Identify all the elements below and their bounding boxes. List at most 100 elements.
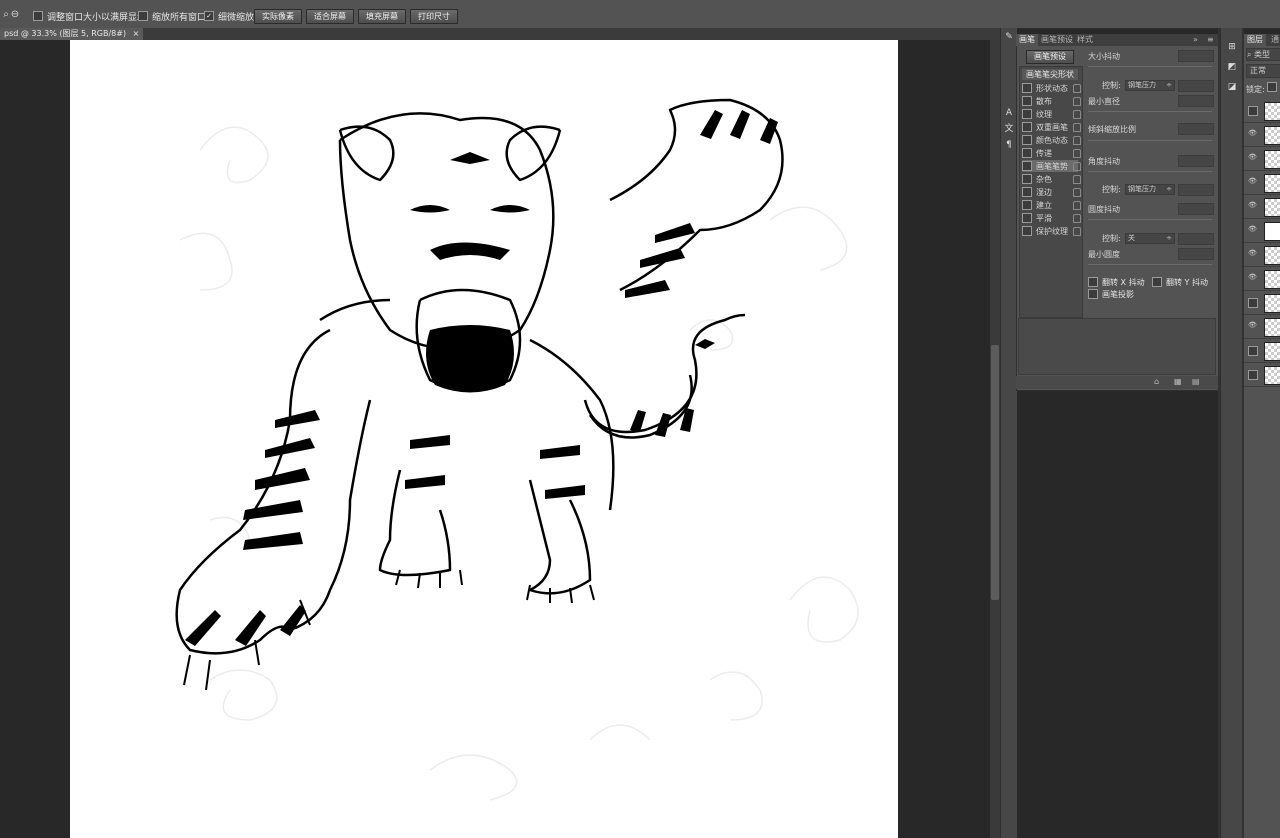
- slider-track[interactable]: [1088, 219, 1212, 220]
- brush-projection-checkbox[interactable]: 画笔投影: [1088, 287, 1134, 301]
- visibility-eye-icon[interactable]: 👁: [1248, 226, 1257, 233]
- checkbox-box[interactable]: [1022, 200, 1032, 210]
- flip-y-checkbox[interactable]: 翻转 Y 抖动: [1152, 275, 1208, 289]
- tab-brush-presets[interactable]: 画笔预设: [1038, 34, 1076, 46]
- layer-row[interactable]: [1244, 99, 1280, 123]
- visibility-eye-icon[interactable]: 👁: [1248, 322, 1257, 329]
- scrubby-zoom-checkbox[interactable]: ✓ 细微缩放: [204, 9, 254, 23]
- slider-track[interactable]: [1088, 140, 1212, 141]
- layer-row[interactable]: 👁: [1244, 267, 1280, 291]
- slider-track[interactable]: [1088, 66, 1212, 67]
- blend-mode-select[interactable]: 正常: [1246, 64, 1280, 78]
- checkbox-box[interactable]: [1022, 83, 1032, 93]
- option-transfer[interactable]: 传递: [1022, 147, 1081, 159]
- lock-icon[interactable]: [1073, 149, 1081, 158]
- layer-row[interactable]: [1244, 363, 1280, 387]
- lock-icon[interactable]: [1073, 214, 1081, 223]
- layer-row[interactable]: [1244, 291, 1280, 315]
- checkbox-box[interactable]: [1022, 213, 1032, 223]
- zoom-all-windows-checkbox[interactable]: 缩放所有窗口: [138, 9, 206, 23]
- fill-screen-button[interactable]: 填充屏幕: [358, 9, 406, 24]
- checkbox-box[interactable]: [33, 11, 43, 21]
- slider-track[interactable]: [1088, 171, 1212, 172]
- visibility-eye-icon[interactable]: 👁: [1248, 178, 1257, 185]
- size-control-select[interactable]: 钢笔压力: [1125, 80, 1175, 91]
- tab-channels[interactable]: 通: [1268, 34, 1280, 46]
- angle-control-field[interactable]: [1178, 184, 1214, 196]
- checkbox-box[interactable]: [1022, 109, 1032, 119]
- visibility-eye-icon[interactable]: 👁: [1248, 202, 1257, 209]
- tilt-scale-field[interactable]: [1178, 123, 1214, 135]
- option-scattering[interactable]: 散布: [1022, 95, 1081, 107]
- checkbox-box[interactable]: [1022, 161, 1032, 171]
- roundness-jitter-field[interactable]: [1178, 203, 1214, 215]
- layer-filter-select[interactable]: ⌕ 类型: [1246, 48, 1280, 61]
- layer-row[interactable]: [1244, 339, 1280, 363]
- checkbox-box[interactable]: [1022, 122, 1032, 132]
- checkbox-box[interactable]: [1022, 135, 1032, 145]
- option-noise[interactable]: 杂色: [1022, 173, 1081, 185]
- checkbox-box[interactable]: [1022, 148, 1032, 158]
- paragraph-icon[interactable]: ¶: [1004, 140, 1014, 150]
- layer-row[interactable]: 👁: [1244, 171, 1280, 195]
- slider-track[interactable]: [1088, 264, 1212, 265]
- option-texture[interactable]: 纹理: [1022, 108, 1081, 120]
- document-canvas[interactable]: [70, 40, 898, 838]
- checkbox-box[interactable]: [1022, 174, 1032, 184]
- visibility-eye-icon[interactable]: 👁: [1248, 250, 1257, 257]
- lock-icon[interactable]: [1073, 227, 1081, 236]
- layer-row[interactable]: 👁: [1244, 243, 1280, 267]
- angle-jitter-field[interactable]: [1178, 155, 1214, 167]
- roundness-control-field[interactable]: [1178, 233, 1214, 245]
- checkbox-checked[interactable]: ✓: [204, 11, 214, 21]
- layer-row[interactable]: 👁: [1244, 219, 1280, 243]
- layer-row[interactable]: 👁: [1244, 315, 1280, 339]
- history-icon[interactable]: ⊞: [1227, 42, 1237, 52]
- zoom-out-icon[interactable]: ⊖: [9, 9, 21, 21]
- lock-icon[interactable]: [1073, 110, 1081, 119]
- checkbox-box[interactable]: [138, 11, 148, 21]
- option-smoothing[interactable]: 平滑: [1022, 212, 1081, 224]
- checkbox-box[interactable]: [1152, 277, 1162, 287]
- checkbox-box[interactable]: [1248, 370, 1258, 380]
- layer-row[interactable]: 👁: [1244, 195, 1280, 219]
- lock-icon[interactable]: [1073, 123, 1081, 132]
- angle-control-select[interactable]: 钢笔压力: [1125, 184, 1175, 195]
- option-dual-brush[interactable]: 双重画笔: [1022, 121, 1081, 133]
- adjustments-icon[interactable]: ◩: [1227, 62, 1237, 72]
- tab-layers[interactable]: 图层: [1244, 34, 1266, 46]
- checkbox-box[interactable]: [1088, 277, 1098, 287]
- size-jitter-field[interactable]: [1178, 50, 1214, 62]
- checkbox-box[interactable]: [1088, 289, 1098, 299]
- option-wet-edges[interactable]: 湿边: [1022, 186, 1081, 198]
- lock-icon[interactable]: [1073, 175, 1081, 184]
- roundness-control-select[interactable]: 关: [1125, 233, 1175, 244]
- brush-presets-button[interactable]: 画笔预设: [1026, 50, 1074, 64]
- option-build-up[interactable]: 建立: [1022, 199, 1081, 211]
- checkbox-box[interactable]: [1248, 106, 1258, 116]
- layer-row[interactable]: 👁: [1244, 147, 1280, 171]
- min-roundness-field[interactable]: [1178, 248, 1214, 260]
- new-preset-icon[interactable]: ▤: [1192, 377, 1200, 386]
- checkbox-box[interactable]: [1248, 298, 1258, 308]
- checkbox-box[interactable]: [1022, 96, 1032, 106]
- eye-brush-icon[interactable]: ⌂: [1154, 377, 1159, 386]
- character-icon[interactable]: A: [1004, 108, 1014, 118]
- actual-pixels-button[interactable]: 实际像素: [254, 9, 302, 24]
- option-protect-texture[interactable]: 保护纹理: [1022, 225, 1081, 237]
- lock-icon[interactable]: [1073, 162, 1081, 171]
- tab-styles[interactable]: 样式: [1074, 34, 1096, 46]
- properties-icon[interactable]: ◪: [1227, 82, 1237, 92]
- collapse-icon[interactable]: »: [1190, 34, 1201, 46]
- tab-brush[interactable]: 画笔: [1016, 34, 1038, 46]
- lock-icon[interactable]: [1073, 188, 1081, 197]
- lock-icon[interactable]: [1073, 201, 1081, 210]
- print-size-button[interactable]: 打印尺寸: [410, 9, 458, 24]
- scrollbar-thumb[interactable]: [991, 345, 999, 600]
- visibility-eye-icon[interactable]: 👁: [1248, 274, 1257, 281]
- lock-icon[interactable]: [1073, 97, 1081, 106]
- lock-icon[interactable]: [1073, 136, 1081, 145]
- brush-icon[interactable]: ✎: [1004, 32, 1014, 42]
- fit-screen-button[interactable]: 适合屏幕: [306, 9, 354, 24]
- grid-icon[interactable]: ▦: [1174, 377, 1182, 386]
